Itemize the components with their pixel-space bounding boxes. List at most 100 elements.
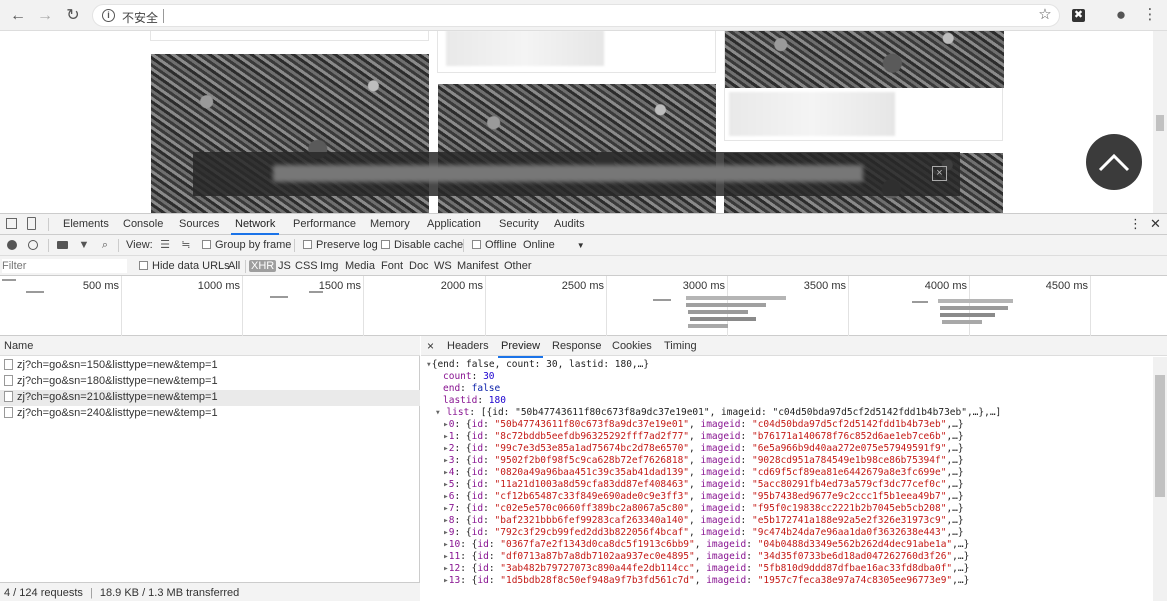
filter-funnel-icon[interactable]: ▼	[78, 239, 90, 251]
tab-preview[interactable]: Preview	[497, 340, 544, 358]
json-id-value: "50b47743611f80c673f8a9dc37e19e01"	[494, 419, 690, 430]
filter-xhr[interactable]: XHR	[249, 260, 277, 272]
tab-security[interactable]: Security	[499, 218, 539, 230]
filter-img[interactable]: Img	[320, 260, 338, 272]
filter-ws[interactable]: WS	[434, 260, 452, 272]
tab-response[interactable]: Response	[552, 340, 602, 352]
checkbox[interactable]	[202, 240, 211, 249]
filter-manifest[interactable]: Manifest	[457, 260, 499, 272]
json-list-item-row[interactable]: ▸2: {id: "99c7e3d53e85a1ad75674bc2d78e65…	[443, 443, 964, 455]
checkbox[interactable]	[472, 240, 481, 249]
device-toolbar-icon[interactable]	[27, 217, 36, 230]
devtools-menu-icon[interactable]: ⋮	[1129, 216, 1142, 232]
waterfall-bar	[938, 299, 1013, 303]
clear-icon[interactable]	[28, 240, 38, 250]
filter-doc[interactable]: Doc	[409, 260, 429, 272]
filter-css[interactable]: CSS	[295, 260, 318, 272]
screenshot-camera-icon[interactable]	[57, 241, 68, 249]
filter-input[interactable]	[2, 259, 127, 273]
image-card[interactable]	[724, 31, 1004, 141]
devtools-close-button[interactable]: ✕	[1150, 216, 1161, 232]
expand-triangle-icon[interactable]: ▾	[435, 407, 446, 418]
waterfall-overview-icon[interactable]: ≒	[180, 239, 192, 251]
record-icon[interactable]	[7, 240, 17, 250]
json-field-row: end: false	[443, 383, 501, 394]
tab-cookies[interactable]: Cookies	[612, 340, 652, 352]
request-row[interactable]: zj?ch=go&sn=240&listtype=new&temp=1	[0, 406, 420, 422]
request-row[interactable]: zj?ch=go&sn=150&listtype=new&temp=1	[0, 358, 420, 374]
tab-memory[interactable]: Memory	[370, 218, 410, 230]
tab-network[interactable]: Network	[230, 218, 280, 235]
image-card[interactable]	[437, 31, 716, 73]
request-row[interactable]: zj?ch=go&sn=210&listtype=new&temp=1	[0, 390, 420, 406]
json-list-item-row[interactable]: ▸11: {id: "df0713a87b7a8db7102aa937ec0e4…	[443, 551, 969, 563]
name-column-header[interactable]: Name	[0, 336, 420, 356]
json-list-item-row[interactable]: ▸6: {id: "cf12b65487c33f849e690ade0c9e3f…	[443, 491, 964, 503]
large-rows-icon[interactable]: ☰	[159, 239, 171, 251]
scrollbar-thumb[interactable]	[1155, 375, 1165, 497]
checkbox[interactable]	[381, 240, 390, 249]
tab-application[interactable]: Application	[427, 218, 481, 230]
view-label: View:	[126, 239, 153, 251]
json-list-item-row[interactable]: ▸12: {id: "3ab482b79727073c890a44fe2db11…	[443, 563, 969, 575]
forward-button[interactable]: →	[34, 5, 56, 27]
offline-checkbox[interactable]: Offline	[472, 239, 517, 251]
preview-scrollbar[interactable]	[1153, 357, 1167, 601]
json-root-row[interactable]: ▾{end: false, count: 30, lastid: 180,…}	[426, 359, 649, 371]
filter-js[interactable]: JS	[278, 260, 291, 272]
chrome-menu-icon[interactable]: ⋮	[1141, 6, 1159, 24]
disable-cache-checkbox[interactable]: Disable cache	[381, 239, 463, 251]
checkbox[interactable]	[303, 240, 312, 249]
tab-performance[interactable]: Performance	[293, 218, 356, 230]
tab-headers[interactable]: Headers	[447, 340, 489, 352]
scroll-to-top-button[interactable]	[1086, 134, 1142, 190]
request-row[interactable]: zj?ch=go&sn=180&listtype=new&temp=1	[0, 374, 420, 390]
json-list-item-row[interactable]: ▸9: {id: "792c3f29cb99fed2dd3b822056f4bc…	[443, 527, 964, 539]
info-icon[interactable]: i	[102, 9, 115, 22]
preserve-log-checkbox[interactable]: Preserve log	[303, 239, 378, 251]
banner-close-button[interactable]: ×	[932, 166, 947, 181]
tab-elements[interactable]: Elements	[63, 218, 109, 230]
close-detail-button[interactable]: ×	[427, 339, 434, 353]
json-list-item-row[interactable]: ▸4: {id: "0820a49a96baa451c39c35ab41dad1…	[443, 467, 964, 479]
tab-audits[interactable]: Audits	[554, 218, 585, 230]
search-icon[interactable]: ⌕	[99, 239, 111, 251]
back-button[interactable]: ←	[7, 5, 29, 27]
json-list-row[interactable]: ▾ list: [{id: "50b47743611f80c673f8a9dc3…	[435, 407, 1001, 419]
json-list-item-row[interactable]: ▸5: {id: "11a21d1003a8d59cfa83dd87ef4084…	[443, 479, 964, 491]
profile-icon[interactable]: ●	[1112, 6, 1130, 24]
filter-media[interactable]: Media	[345, 260, 375, 272]
group-by-frame-checkbox[interactable]: Group by frame	[202, 239, 291, 251]
tree-photo[interactable]	[725, 31, 1004, 88]
filter-other[interactable]: Other	[504, 260, 532, 272]
json-list-item-row[interactable]: ▸1: {id: "8c72bddb5eefdb96325292fff7ad2f…	[443, 431, 964, 443]
address-bar[interactable]: i 不安全	[92, 4, 1060, 27]
json-list-item-row[interactable]: ▸3: {id: "9502f2b0f98f5c9ca628b72ef76268…	[443, 455, 964, 467]
tab-timing[interactable]: Timing	[664, 340, 697, 352]
json-list-item-row[interactable]: ▸0: {id: "50b47743611f80c673f8a9dc37e19e…	[443, 419, 964, 431]
extension-icon[interactable]: ✖	[1072, 9, 1085, 22]
reload-button[interactable]: ↻	[62, 5, 84, 27]
checkbox[interactable]	[139, 261, 148, 270]
inspect-element-icon[interactable]	[6, 218, 17, 229]
json-list-item-row[interactable]: ▸7: {id: "c02e5e570c0660ff389bc2a8067a5c…	[443, 503, 964, 515]
throttling-select[interactable]: Online ▼	[523, 239, 585, 251]
json-list-item-row[interactable]: ▸13: {id: "1d5bdb28f8c50ef948a9f7b3fd561…	[443, 575, 969, 587]
json-key: id	[471, 491, 484, 502]
filter-all[interactable]: All	[228, 260, 240, 272]
filter-font[interactable]: Font	[381, 260, 403, 272]
timeline-tick-label: 3500 ms	[803, 280, 846, 292]
scrollbar-thumb[interactable]	[1156, 115, 1164, 131]
network-overview-timeline[interactable]: 500 ms 1000 ms 1500 ms 2000 ms 2500 ms 3…	[0, 276, 1167, 336]
json-list-item-row[interactable]: ▸10: {id: "0367fa7e2f1343d0ca8dc5f1913c6…	[443, 539, 969, 551]
image-card[interactable]	[150, 31, 429, 41]
page-scrollbar[interactable]	[1153, 31, 1167, 213]
hide-data-urls-checkbox[interactable]: Hide data URLs	[139, 260, 230, 272]
json-list-item-row[interactable]: ▸8: {id: "baf2321bbb6fef99283caf263340a1…	[443, 515, 964, 527]
waterfall-bar	[686, 303, 766, 307]
timeline-tick-label: 1000 ms	[197, 280, 240, 292]
bookmark-star-icon[interactable]: ☆	[1036, 6, 1054, 24]
json-imageid-value: "95b7438ed9677e9c2ccc1f5b1eea49b7"	[751, 491, 947, 502]
tab-sources[interactable]: Sources	[179, 218, 219, 230]
tab-console[interactable]: Console	[123, 218, 163, 230]
